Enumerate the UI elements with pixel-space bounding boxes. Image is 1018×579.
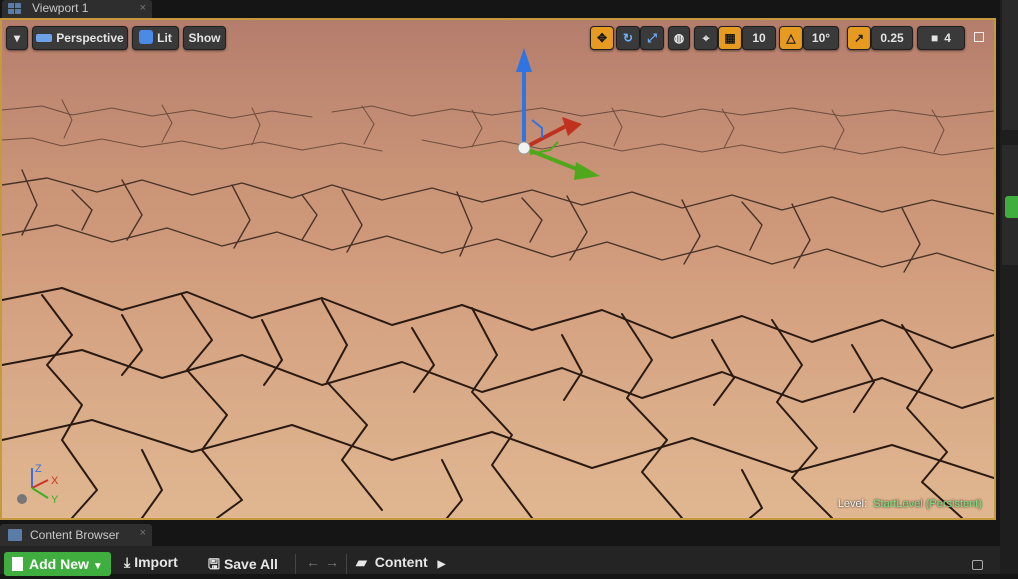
level-viewport[interactable]: Z X Y ▾ Perspective Lit Show ✥ ↻ ⤢ ◍ ⌖ ▦… [0,18,996,520]
import-icon: ⤓ [124,554,131,570]
viewport-tab[interactable]: Viewport 1 × [2,0,152,18]
show-label: Show [188,31,221,45]
content-browser-close-button[interactable]: × [140,527,146,539]
content-browser-icon [8,529,22,541]
content-browser-tab-label: Content Browser [30,528,120,542]
camera-speed-button[interactable]: ■ 4 [917,26,965,50]
perspective-camera-icon [36,34,53,42]
folder-path-breadcrumb[interactable]: ▰ Content ▶ [356,554,445,571]
scale-mode-icon[interactable]: ⤢ [640,26,664,50]
viewport-tab-label: Viewport 1 [32,1,89,15]
translate-mode-button[interactable]: ✥ [590,26,614,50]
add-new-file-icon [12,557,23,571]
history-forward-icon[interactable]: → [325,554,339,570]
details-panel-edge [1000,0,1018,574]
add-component-icon[interactable] [1005,196,1018,218]
rotation-snap-value: 10° [811,31,831,45]
separator [295,554,296,574]
path-arrow-icon[interactable]: ▶ [438,559,446,570]
camera-icon: ■ [931,31,939,45]
cracked-ground-scene: Z X Y [2,20,994,518]
grid-snap-size-dropdown[interactable]: 10 [742,26,776,50]
lit-label: Lit [157,31,172,45]
perspective-button[interactable]: Perspective [32,26,128,50]
import-label: Import [134,554,178,570]
history-back-icon[interactable]: ← [306,554,320,570]
level-indicator: Level: StartLevel (Persistent) [838,498,982,510]
camera-speed-value: 4 [944,31,951,45]
options-arrow: ▾ [13,31,21,45]
panel-handle [1002,0,1018,130]
content-browser-toolbar: Add New ▼ ⤓ Import 🖫 Save All ← → ▰ Content ▶ [0,546,1000,576]
maximize-viewport-icon[interactable] [974,32,984,42]
axis-y-label: Y [51,494,59,506]
viewport-tab-bar: Viewport 1 × [0,0,1000,18]
chevron-down-icon: ▼ [92,561,103,572]
viewport-layout-icon [8,3,21,14]
level-prefix: Level: [837,498,868,510]
lock-icon[interactable] [972,560,983,570]
perspective-label: Perspective [56,31,124,45]
content-browser-tab[interactable]: Content Browser × [0,524,152,546]
rotate-mode-icon[interactable]: ↻ [616,26,640,50]
scale-snap-value: 0.25 [880,31,904,45]
save-icon: 🖫 [208,556,220,572]
lit-sphere-icon [139,30,154,44]
add-new-button[interactable]: Add New ▼ [4,552,111,576]
scale-snap-size-dropdown[interactable]: 0.25 [871,26,913,50]
add-new-label: Add New [29,556,89,572]
lit-button[interactable]: Lit [132,26,179,50]
surface-snap-icon[interactable]: ⌖ [694,26,718,50]
show-button[interactable]: Show [183,26,226,50]
separator [346,554,347,574]
folder-icon: ▰ [356,554,367,570]
scale-snap-toggle-icon[interactable]: ↗ [847,26,871,50]
import-button[interactable]: ⤓ Import [124,554,178,571]
world-space-globe-icon[interactable]: ◍ [668,26,690,50]
rotation-snap-size-dropdown[interactable]: 10° [803,26,839,50]
axis-x-label: X [51,475,59,487]
grid-snap-value: 10 [752,31,766,45]
viewport-options-button[interactable]: ▾ [6,26,28,50]
rotation-snap-toggle-icon[interactable]: △ [779,26,803,50]
grid-snap-toggle-icon[interactable]: ▦ [718,26,742,50]
axis-z-label: Z [35,463,42,475]
path-content-label: Content [374,554,428,570]
viewport-tab-close-button[interactable]: × [140,0,146,17]
save-all-label: Save All [223,556,278,572]
level-name: StartLevel (Persistent) [873,498,982,510]
save-all-button[interactable]: 🖫 Save All [208,554,278,578]
